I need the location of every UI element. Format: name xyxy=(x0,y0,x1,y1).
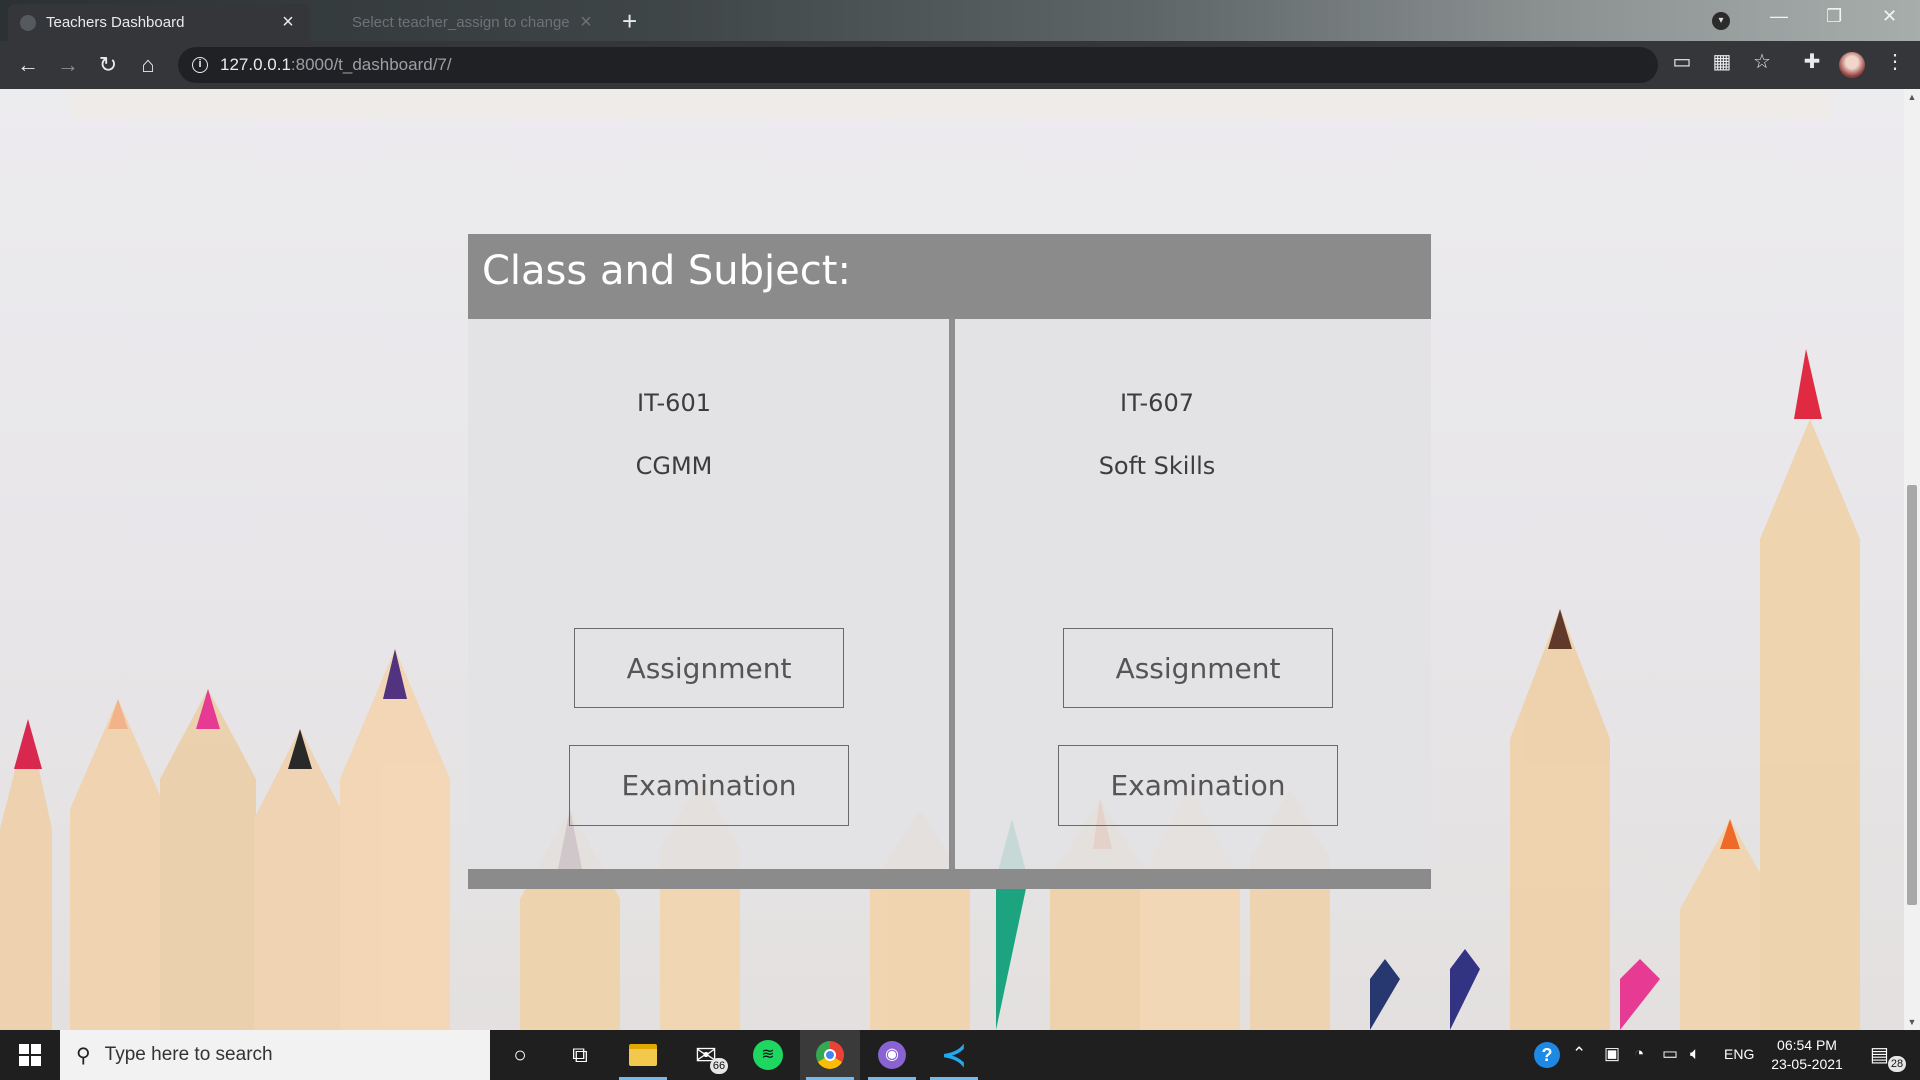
tab-title: Select teacher_assign to change xyxy=(352,14,570,31)
scroll-up-icon[interactable]: ▲ xyxy=(1904,89,1920,105)
mail-badge: 66 xyxy=(710,1058,728,1074)
page-scrollbar[interactable]: ▲ ▼ xyxy=(1904,89,1920,1030)
volume-icon[interactable]: 🔈︎ xyxy=(1690,1044,1700,1064)
card-header: Class and Subject: xyxy=(468,234,1431,319)
profile-avatar[interactable] xyxy=(1839,52,1865,78)
examination-button[interactable]: Examination xyxy=(1058,745,1338,826)
assignment-button[interactable]: Assignment xyxy=(1063,628,1333,708)
class-panel: IT-607 Soft Skills Assignment Examinatio… xyxy=(955,319,1431,869)
task-view-icon[interactable]: ⧉ xyxy=(550,1030,610,1080)
bookmark-star-icon[interactable]: ☆ xyxy=(1747,49,1777,74)
notification-count: 28 xyxy=(1888,1056,1906,1072)
class-code: IT-601 xyxy=(636,389,711,417)
windows-taskbar: ⚲ Type here to search ○ ⧉ ✉ 66 ≋ ◉ ≺ ? ⌃… xyxy=(0,1030,1920,1080)
cortana-icon[interactable]: ○ xyxy=(490,1030,550,1080)
menu-kebab-icon[interactable]: ⋮ xyxy=(1880,49,1910,74)
tab-search-icon[interactable]: ▾ xyxy=(1712,12,1730,30)
extensions-icon[interactable]: ✚ xyxy=(1797,49,1827,74)
search-icon: ⚲ xyxy=(76,1044,91,1067)
window-close-icon[interactable]: ✕ xyxy=(1882,6,1897,27)
scroll-thumb[interactable] xyxy=(1907,485,1917,905)
restore-icon[interactable]: ❐ xyxy=(1826,6,1842,27)
scroll-down-icon[interactable]: ▼ xyxy=(1904,1014,1920,1030)
card-footer xyxy=(468,869,1431,889)
vscode-icon[interactable]: ≺ xyxy=(924,1030,984,1080)
meet-now-icon[interactable]: ▣ xyxy=(1604,1044,1620,1064)
chrome-icon[interactable] xyxy=(800,1030,860,1080)
browser-toolbar: ← → ↻ ⌂ i 127.0.0.1:8000/t_dashboard/7/ … xyxy=(0,41,1920,89)
mail-icon[interactable]: ✉ 66 xyxy=(676,1030,736,1080)
browser-tab-bar: Teachers Dashboard × Select teacher_assi… xyxy=(0,0,1920,41)
github-desktop-icon[interactable]: ◉ xyxy=(862,1030,922,1080)
spotify-icon[interactable]: ≋ xyxy=(738,1030,798,1080)
class-subject-card: Class and Subject: IT-601 CGMM Assignmen… xyxy=(468,234,1431,889)
clock-date: 23-05-2021 xyxy=(1771,1056,1843,1072)
windows-logo-icon xyxy=(19,1044,41,1066)
help-icon[interactable]: ? xyxy=(1534,1042,1560,1068)
class-panel: IT-601 CGMM Assignment Examination xyxy=(468,319,949,869)
cast-icon[interactable]: ▭ xyxy=(1667,49,1697,74)
system-clock[interactable]: 06:54 PM 23-05-2021 xyxy=(1762,1036,1852,1074)
taskbar-search-box[interactable]: ⚲ Type here to search xyxy=(60,1030,490,1080)
url-path: :8000/t_dashboard/7/ xyxy=(290,55,452,74)
tab-favicon-icon xyxy=(20,14,36,31)
subject-name: CGMM xyxy=(635,452,713,480)
language-indicator[interactable]: ENG xyxy=(1724,1046,1754,1062)
network-icon[interactable]: ◔ xyxy=(1634,1044,1644,1064)
new-tab-icon[interactable]: + xyxy=(622,6,637,37)
tab-teachers-dashboard[interactable]: Teachers Dashboard × xyxy=(8,4,310,41)
class-code: IT-607 xyxy=(1119,389,1194,417)
card-title: Class and Subject: xyxy=(482,248,851,294)
address-bar[interactable]: i 127.0.0.1:8000/t_dashboard/7/ xyxy=(178,47,1658,83)
assignment-button[interactable]: Assignment xyxy=(574,628,844,708)
url-host: 127.0.0.1 xyxy=(220,55,291,74)
subject-name: Soft Skills xyxy=(1098,452,1216,480)
show-hidden-icons-icon[interactable]: ⌃ xyxy=(1572,1044,1586,1064)
reload-icon[interactable]: ↻ xyxy=(88,45,128,85)
forward-icon[interactable]: → xyxy=(48,45,88,85)
clock-time: 06:54 PM xyxy=(1777,1037,1837,1053)
examination-button[interactable]: Examination xyxy=(569,745,849,826)
qr-code-icon[interactable]: ▦ xyxy=(1707,49,1737,74)
notifications-icon[interactable]: ▤ 28 xyxy=(1866,1040,1906,1072)
tab-title: Teachers Dashboard xyxy=(46,14,185,31)
page-viewport: Class and Subject: IT-601 CGMM Assignmen… xyxy=(0,89,1904,1030)
site-info-icon[interactable]: i xyxy=(192,57,208,73)
search-placeholder: Type here to search xyxy=(104,1044,273,1065)
tab-select-teacher-assign[interactable]: Select teacher_assign to change × xyxy=(318,4,608,41)
minimize-icon[interactable]: — xyxy=(1770,6,1788,27)
back-icon[interactable]: ← xyxy=(8,45,48,85)
home-icon[interactable]: ⌂ xyxy=(128,45,168,85)
battery-icon[interactable]: ▭ xyxy=(1662,1044,1678,1064)
file-explorer-icon[interactable] xyxy=(613,1030,673,1080)
close-icon[interactable]: × xyxy=(576,11,596,34)
close-icon[interactable]: × xyxy=(278,11,298,34)
start-button[interactable] xyxy=(0,1030,60,1080)
